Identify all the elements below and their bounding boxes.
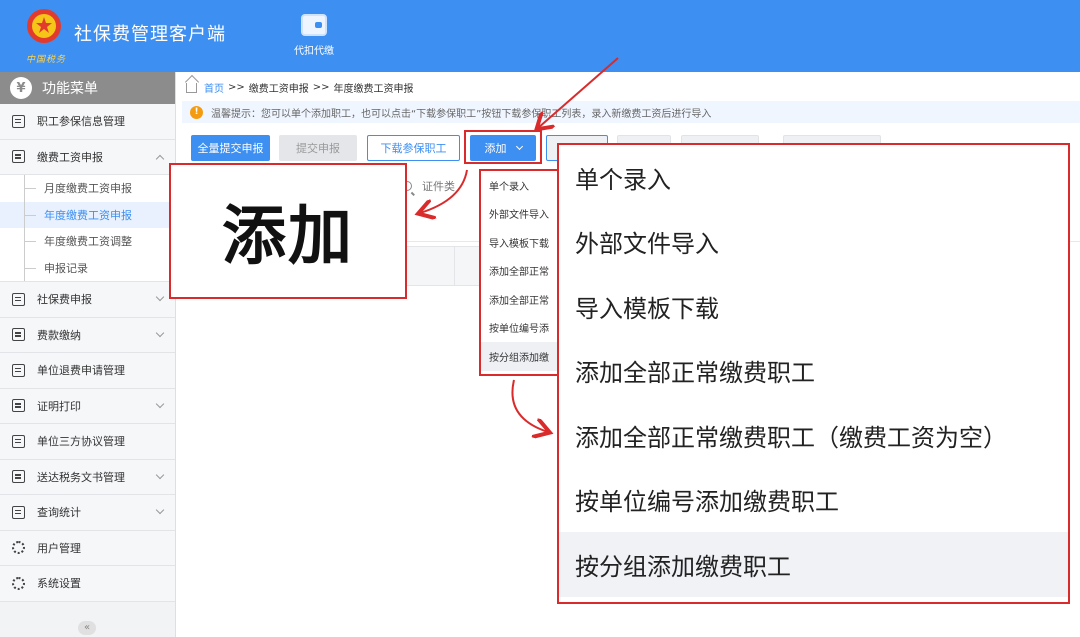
collapse-sidebar-button[interactable]: «	[78, 621, 96, 635]
add-button-highlight	[464, 130, 542, 164]
sidebar-item-label: 社保费申报	[37, 293, 92, 307]
national-emblem-icon	[27, 9, 61, 43]
option-template-download[interactable]: 导入模板下载	[559, 274, 1068, 339]
breadcrumb-separator: >>	[312, 82, 330, 93]
book-icon	[12, 434, 25, 448]
book-icon	[12, 328, 25, 342]
download-employees-button[interactable]: 下载参保职工	[367, 135, 460, 161]
breadcrumb-level1[interactable]: 缴费工资申报	[249, 80, 309, 95]
tip-bar: ! 温馨提示：您可以单个添加职工，也可以点击“下载参保职工”按钮下载参保职工列表…	[182, 101, 1080, 123]
tip-text: 温馨提示：您可以单个添加职工，也可以点击“下载参保职工”按钮下载参保职工列表，录…	[211, 108, 712, 120]
dropdown-option[interactable]: 添加全部正常	[481, 285, 557, 314]
sidebar-item-label: 费款缴纳	[37, 328, 81, 342]
sidebar-item-wage-declaration[interactable]: 缴费工资申报	[0, 139, 175, 175]
option-add-by-group[interactable]: 按分组添加缴费职工	[559, 532, 1068, 597]
wallet-icon	[301, 14, 327, 36]
callout-add: 添加	[169, 163, 407, 299]
sidebar-item-label: 单位退费申请管理	[37, 364, 125, 378]
column-divider	[454, 247, 455, 285]
sidebar-item-label: 单位三方协议管理	[37, 435, 125, 449]
sidebar-item-label: 职工参保信息管理	[37, 115, 125, 129]
option-single-entry[interactable]: 单个录入	[559, 145, 1068, 210]
option-add-all-normal-empty-wage[interactable]: 添加全部正常缴费职工（缴费工资为空）	[559, 403, 1068, 468]
chevron-up-icon	[155, 154, 165, 163]
breadcrumb-level2: 年度缴费工资申报	[333, 84, 414, 95]
submenu-item-adjust[interactable]: 年度缴费工资调整	[0, 228, 175, 255]
sidebar-item-label: 缴费工资申报	[37, 150, 103, 164]
sidebar-item-label: 系统设置	[37, 577, 81, 591]
option-add-all-normal[interactable]: 添加全部正常缴费职工	[559, 339, 1068, 404]
chevron-down-icon	[155, 328, 165, 337]
arrow-to-zoomed-menu	[511, 379, 548, 432]
chevron-down-icon	[155, 470, 165, 479]
id-type-label: 证件类	[422, 180, 455, 193]
submit-all-button[interactable]: 全量提交申报	[191, 135, 270, 161]
emblem-caption: 中国税务	[26, 55, 67, 65]
menu-header: ¥ 功能菜单	[0, 72, 175, 104]
sidebar-item-employee-info[interactable]: 职工参保信息管理	[0, 104, 175, 140]
sidebar-item-statistics[interactable]: 查询统计	[0, 495, 175, 531]
dropdown-option[interactable]: 外部文件导入	[481, 200, 557, 229]
home-icon	[186, 82, 197, 93]
bar-chart-icon	[12, 505, 25, 519]
submenu: 月度缴费工资申报 年度缴费工资申报 年度缴费工资调整 申报记录	[0, 175, 175, 282]
submenu-item-annual[interactable]: 年度缴费工资申报	[0, 201, 175, 228]
sidebar: ¥ 功能菜单 职工参保信息管理 缴费工资申报 月度缴费工资申报 年度缴费工资申报…	[0, 72, 176, 637]
sidebar-item-agreement[interactable]: 单位三方协议管理	[0, 424, 175, 460]
list-icon	[12, 363, 25, 377]
submenu-item-monthly[interactable]: 月度缴费工资申报	[0, 175, 175, 202]
dropdown-option[interactable]: 添加全部正常	[481, 257, 557, 286]
dropdown-option[interactable]: 导入模板下载	[481, 228, 557, 257]
gear-icon	[12, 576, 25, 590]
sidebar-item-settings[interactable]: 系统设置	[0, 566, 175, 602]
list-icon	[12, 114, 25, 128]
sidebar-item-payment[interactable]: 费款缴纳	[0, 317, 175, 353]
breadcrumb-separator: >>	[228, 82, 245, 93]
sidebar-item-label: 送达税务文书管理	[37, 470, 125, 484]
option-file-import[interactable]: 外部文件导入	[559, 210, 1068, 275]
chevron-down-icon	[155, 505, 165, 515]
sidebar-item-refund[interactable]: 单位退费申请管理	[0, 353, 175, 389]
menu-title: 功能菜单	[42, 81, 98, 97]
submit-button[interactable]: 提交申报	[279, 135, 357, 161]
sidebar-item-users[interactable]: 用户管理	[0, 530, 175, 566]
top-nav-withholding[interactable]: 代扣代缴	[282, 10, 346, 66]
sidebar-item-label: 用户管理	[37, 541, 81, 555]
add-dropdown-menu: 单个录入 外部文件导入 导入模板下载 添加全部正常 添加全部正常 按单位编号添 …	[479, 169, 559, 376]
edit-icon	[12, 150, 25, 164]
app-window: 中国税务 社保费管理客户端 代扣代缴 ¥ 功能菜单 职工参保信息管理 缴费工资申…	[0, 0, 1080, 637]
top-bar: 中国税务 社保费管理客户端 代扣代缴	[0, 0, 1080, 72]
dropdown-option[interactable]: 按分组添加缴	[481, 342, 557, 371]
dropdown-option[interactable]: 按单位编号添	[481, 314, 557, 343]
add-menu-zoomed: 单个录入 外部文件导入 导入模板下载 添加全部正常缴费职工 添加全部正常缴费职工…	[557, 143, 1070, 604]
stamp-icon	[12, 470, 25, 484]
sidebar-item-certificate[interactable]: 证明打印	[0, 388, 175, 424]
sidebar-item-label: 证明打印	[37, 399, 81, 413]
sidebar-item-documents[interactable]: 送达税务文书管理	[0, 459, 175, 495]
chevron-down-icon	[155, 292, 165, 302]
sidebar-item-label: 查询统计	[37, 506, 81, 520]
gear-icon	[12, 541, 25, 555]
yen-icon: ¥	[10, 77, 32, 99]
document-icon	[12, 399, 25, 413]
calendar-icon	[12, 292, 25, 306]
submenu-item-records[interactable]: 申报记录	[0, 254, 175, 282]
top-nav-label: 代扣代缴	[294, 46, 334, 57]
app-title: 社保费管理客户端	[74, 24, 226, 45]
breadcrumb: 首页 >> 缴费工资申报 >> 年度缴费工资申报	[186, 80, 414, 95]
search-area: 证件类	[402, 178, 455, 194]
chevron-down-icon	[155, 399, 165, 408]
option-add-by-unit-code[interactable]: 按单位编号添加缴费职工	[559, 468, 1068, 533]
warning-icon: !	[190, 105, 203, 119]
dropdown-option[interactable]: 单个录入	[481, 171, 557, 200]
breadcrumb-home[interactable]: 首页	[204, 80, 224, 95]
sidebar-item-social-declaration[interactable]: 社保费申报	[0, 282, 175, 318]
